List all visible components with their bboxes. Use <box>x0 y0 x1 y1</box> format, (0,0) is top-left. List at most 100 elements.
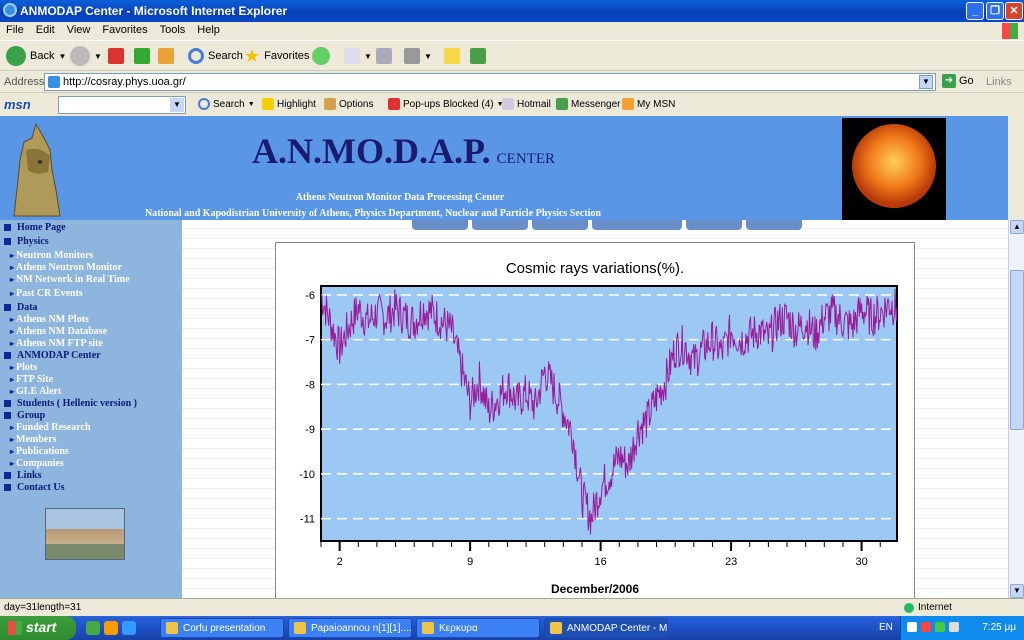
tray-volume-icon[interactable] <box>949 622 959 632</box>
plot-tab[interactable] <box>532 220 588 230</box>
home-button[interactable] <box>158 45 174 67</box>
menu-tools[interactable]: Tools <box>154 22 192 38</box>
sidebar-link[interactable]: Physics <box>4 236 49 247</box>
msn-search-input[interactable]: ▼ <box>58 96 186 114</box>
mymsn-label: My MSN <box>637 98 676 110</box>
msn-search-button[interactable]: Search ▼ <box>198 98 255 110</box>
vertical-scrollbar[interactable]: ▲ ▼ <box>1008 220 1024 598</box>
quicklaunch-media-icon[interactable] <box>104 621 118 635</box>
msn-search-label: Search <box>213 98 245 110</box>
sidebar-link[interactable]: Past CR Events <box>10 288 83 299</box>
discuss-button[interactable] <box>444 45 460 67</box>
sidebar-link[interactable]: Members <box>10 434 57 445</box>
y-tick-label: -11 <box>300 514 315 526</box>
links-label[interactable]: Links <box>986 76 1012 88</box>
sun-icon <box>852 124 936 208</box>
quicklaunch-desktop-icon[interactable] <box>86 621 100 635</box>
menu-edit[interactable]: Edit <box>30 22 61 38</box>
web-page: A.N.MO.D.A.P. CENTER Athens Neutron Monit… <box>0 116 1008 598</box>
sidebar-link[interactable]: Plots <box>10 362 37 373</box>
msn-logo[interactable]: msn <box>4 97 31 112</box>
sidebar-link[interactable]: Students ( Hellenic version ) <box>4 398 137 409</box>
sidebar-link[interactable]: Links <box>4 470 41 481</box>
edit-icon <box>404 48 420 64</box>
print-button[interactable] <box>376 45 392 67</box>
sidebar-link[interactable]: Athens Neutron Monitor <box>10 262 122 273</box>
favorites-button[interactable]: ★ Favorites <box>244 45 309 67</box>
athena-helmet-logo <box>13 122 61 217</box>
sidebar-link[interactable]: ANMODAP Center <box>4 350 101 361</box>
back-label: Back <box>30 50 55 62</box>
start-button[interactable]: start <box>0 616 76 640</box>
forward-arrow-icon <box>70 46 90 66</box>
options-button[interactable]: Options <box>324 98 373 110</box>
stop-button[interactable] <box>108 45 124 67</box>
sidebar-link[interactable]: Contact Us <box>4 482 65 493</box>
tray-network-icon[interactable] <box>935 622 945 632</box>
history-button[interactable] <box>312 45 330 67</box>
back-button[interactable]: Back ▼ <box>6 45 66 67</box>
tray-help-icon[interactable] <box>907 622 917 632</box>
taskbar-item[interactable]: Corfu presentation <box>160 618 284 638</box>
maximize-button[interactable]: ❐ <box>986 2 1004 20</box>
language-indicator[interactable]: EN <box>879 622 893 633</box>
msn-messenger-button[interactable]: Messenger <box>556 98 620 110</box>
messenger-icon <box>556 98 568 110</box>
envelope-icon <box>502 98 514 110</box>
minimize-button[interactable]: _ <box>966 2 984 20</box>
plot-tab[interactable] <box>686 220 742 230</box>
search-button[interactable]: Search <box>188 45 243 67</box>
sidebar-link[interactable]: Neutron Monitors <box>10 250 93 261</box>
refresh-button[interactable] <box>134 45 150 67</box>
menu-file[interactable]: File <box>0 22 30 38</box>
hotmail-button[interactable]: Hotmail <box>502 98 551 110</box>
msn-search-dropdown-icon[interactable]: ▼ <box>170 98 184 112</box>
sidebar-link[interactable]: Companies <box>10 458 64 469</box>
quicklaunch-ie-icon[interactable] <box>122 621 136 635</box>
window-title-bar: ANMODAP Center - Microsoft Internet Expl… <box>0 0 1024 22</box>
scroll-up-icon[interactable]: ▲ <box>1010 220 1024 234</box>
plot-tab[interactable] <box>592 220 682 230</box>
sidebar-link[interactable]: FTP Site <box>10 374 53 385</box>
tray-security-icon[interactable] <box>921 622 931 632</box>
plot-tab[interactable] <box>746 220 802 230</box>
sidebar-link[interactable]: Athens NM Plots <box>10 314 89 325</box>
messenger-button[interactable] <box>470 45 486 67</box>
search-icon <box>198 98 210 110</box>
popups-blocked-button[interactable]: Pop-ups Blocked (4) ▼ <box>388 98 504 110</box>
sidebar-link[interactable]: Funded Research <box>10 422 91 433</box>
scroll-down-icon[interactable]: ▼ <box>1010 584 1024 598</box>
forward-button[interactable]: ▼ <box>70 45 102 67</box>
plot-tab[interactable] <box>472 220 528 230</box>
taskbar: start Corfu presentation Papaioannou n[1… <box>0 616 1024 640</box>
x-tick-label: 2 <box>337 556 343 568</box>
go-button[interactable]: ➜ Go <box>942 74 974 88</box>
site-title-suffix: CENTER <box>496 151 556 167</box>
menu-help[interactable]: Help <box>191 22 226 38</box>
address-dropdown-icon[interactable]: ▼ <box>919 75 933 89</box>
close-button[interactable]: ✕ <box>1005 2 1023 20</box>
sidebar-link[interactable]: Athens NM Database <box>10 326 107 337</box>
edit-button[interactable]: ▼ <box>404 45 432 67</box>
scroll-thumb[interactable] <box>1010 270 1024 430</box>
sidebar-link[interactable]: Group <box>4 410 45 421</box>
my-msn-button[interactable]: My MSN <box>622 98 675 110</box>
address-input[interactable]: http://cosray.phys.uoa.gr/ ▼ <box>44 73 936 91</box>
sidebar-link[interactable]: Athens NM FTP site <box>10 338 103 349</box>
sidebar-link[interactable]: Publications <box>10 446 69 457</box>
taskbar-item[interactable]: Papaioannou n[1][1].... <box>288 618 412 638</box>
sidebar-link[interactable]: GLE Alert <box>10 386 61 397</box>
taskbar-item[interactable]: Κερκυρα <box>416 618 540 638</box>
menu-favorites[interactable]: Favorites <box>96 22 153 38</box>
sidebar-link[interactable]: NM Network in Real Time <box>10 274 130 285</box>
sidebar-link[interactable]: Data <box>4 302 38 313</box>
go-label: Go <box>959 75 974 87</box>
site-banner: A.N.MO.D.A.P. CENTER Athens Neutron Monit… <box>0 116 1008 220</box>
mail-button[interactable]: ▼ <box>344 45 372 67</box>
taskbar-item-active[interactable]: ANMODAP Center - M... <box>544 618 668 638</box>
highlight-button[interactable]: Highlight <box>262 98 316 110</box>
plot-tab[interactable] <box>412 220 468 230</box>
sidebar-link[interactable]: Home Page <box>4 222 66 233</box>
go-arrow-icon: ➜ <box>942 74 956 88</box>
menu-view[interactable]: View <box>61 22 97 38</box>
